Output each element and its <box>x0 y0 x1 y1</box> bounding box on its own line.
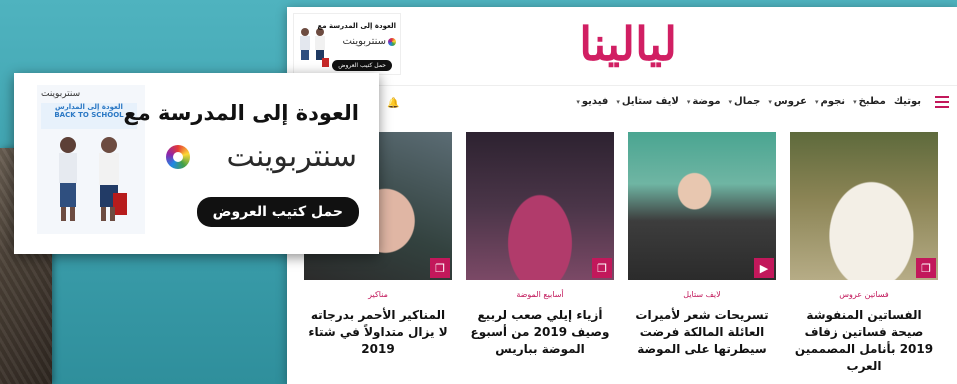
header-ad-banner[interactable]: العودة إلى المدرسة مع سنتربوينت حمل كتيب… <box>293 13 401 75</box>
ad-brand-name: سنتربوينت <box>226 139 357 174</box>
gallery-icon: ❐ <box>430 258 450 278</box>
article-image[interactable]: ▶ <box>628 132 776 280</box>
ad-headline: العودة إلى المدرسة مع <box>123 101 359 125</box>
article-title[interactable]: تسريحات شعر لأميرات العائلة المالكة فرضت… <box>628 307 776 358</box>
gallery-icon: ❐ <box>592 258 612 278</box>
brand-logo-icon <box>388 38 396 46</box>
child-figure-image <box>99 137 127 221</box>
header-ad-headline: العودة إلى المدرسة مع <box>317 22 396 30</box>
article-image[interactable]: ❐ <box>790 132 938 280</box>
gallery-icon: ❐ <box>916 258 936 278</box>
article-category[interactable]: مناكير <box>304 290 452 299</box>
article-card[interactable]: ▶ لايف ستايل تسريحات شعر لأميرات العائلة… <box>628 132 776 358</box>
play-icon: ▶ <box>754 258 774 278</box>
nav-item-label: لايف ستايل <box>621 96 679 107</box>
header-ad-cta-button[interactable]: حمل كتيب العروض <box>332 60 392 71</box>
website-panel: العودة إلى المدرسة مع سنتربوينت حمل كتيب… <box>287 7 957 384</box>
nav-item-label: نجوم <box>820 96 846 107</box>
article-title[interactable]: الفساتين المنفوشة صيحة فساتين زفاف 2019 … <box>790 307 938 375</box>
nav-item-kitchen[interactable]: مطبخ ▾ <box>853 96 886 107</box>
kids-image <box>300 28 329 67</box>
chevron-down-icon: ▾ <box>768 97 772 106</box>
ad-cta-button[interactable]: حمل كتيب العروض <box>196 197 359 227</box>
nav-item-beauty[interactable]: جمال ▾ <box>729 96 761 107</box>
site-logo[interactable]: ليالينا <box>579 17 678 71</box>
child-figure-image <box>59 137 77 221</box>
nav-item-stars[interactable]: نجوم ▾ <box>815 96 845 107</box>
bell-icon[interactable]: 🔔 <box>387 98 399 109</box>
hamburger-menu-icon[interactable] <box>935 96 949 108</box>
nav-item-label: جمال <box>734 96 761 107</box>
article-title[interactable]: المناكير الأحمر بدرجاته لا يزال متداولاً… <box>304 307 452 358</box>
article-card[interactable]: ❐ فساتين عروس الفساتين المنفوشة صيحة فسا… <box>790 132 938 375</box>
article-title[interactable]: أزياء إيلي صعب لربيع وصيف 2019 من أسبوع … <box>466 307 614 358</box>
nav-item-bride[interactable]: عروس ▾ <box>768 96 807 107</box>
chevron-down-icon: ▾ <box>616 97 620 106</box>
article-image[interactable]: ❐ <box>466 132 614 280</box>
article-category[interactable]: فساتين عروس <box>790 290 938 299</box>
nav-item-label: موضة <box>692 96 721 107</box>
chevron-down-icon: ▾ <box>728 97 733 106</box>
main-navigation: فيديو ▾ لايف ستايل ▾ موضة ▾ جمال ▾ عروس ▾ نجو… <box>287 85 957 122</box>
nav-item-label: مطبخ <box>858 96 886 107</box>
nav-item-boutique[interactable]: بوتيك <box>894 96 921 107</box>
nav-item-video[interactable]: فيديو ▾ <box>576 96 608 107</box>
nav-item-lifestyle[interactable]: لايف ستايل ▾ <box>616 96 678 107</box>
chevron-down-icon: ▾ <box>814 97 819 106</box>
article-grid: ❐ فساتين عروس الفساتين المنفوشة صيحة فسا… <box>303 132 953 380</box>
nav-item-fashion[interactable]: موضة ▾ <box>687 96 721 107</box>
nav-item-label: فيديو <box>581 96 609 107</box>
chevron-down-icon: ▾ <box>853 97 857 106</box>
overlay-ad-banner[interactable]: سنتربوينت العودة إلى المدارس BACK TO SCH… <box>14 73 379 254</box>
article-category[interactable]: لايف ستايل <box>628 290 776 299</box>
chevron-down-icon: ▾ <box>686 97 691 106</box>
article-category[interactable]: أسابيع الموضة <box>466 290 614 299</box>
chevron-down-icon: ▾ <box>576 97 580 106</box>
article-card[interactable]: ❐ أسابيع الموضة أزياء إيلي صعب لربيع وصي… <box>466 132 614 358</box>
brand-logo-icon <box>166 145 190 169</box>
ad-poster-brand: سنتربوينت <box>41 89 81 99</box>
nav-item-label: بوتيك <box>893 96 921 107</box>
header-ad-brand: سنتربوينت <box>342 36 386 47</box>
nav-item-label: عروس <box>773 96 807 107</box>
nav-items: فيديو ▾ لايف ستايل ▾ موضة ▾ جمال ▾ عروس ▾ نجو… <box>576 96 921 107</box>
